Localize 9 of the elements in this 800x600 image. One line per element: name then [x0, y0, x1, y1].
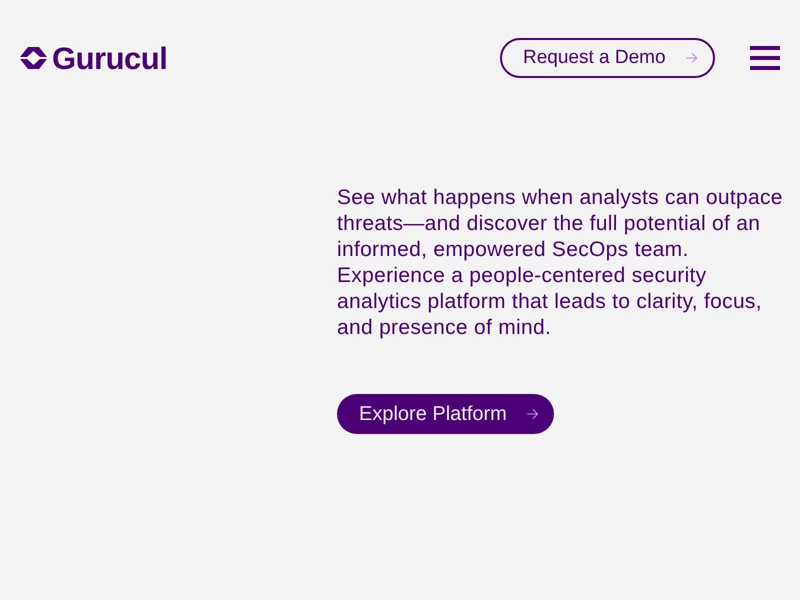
logo-wordmark[interactable]: Gurucul	[52, 42, 168, 74]
logo-icon	[20, 45, 47, 71]
intro-paragraph: Experience a people-centered security analytics platform that leads to clarity, focus, and presence of mind.	[337, 263, 763, 341]
menu-icon[interactable]	[750, 46, 780, 70]
intro-paragraph: See what happens when analysts can outpace threats—and discover the full potential of an informed, empowered SecOps team.	[337, 185, 784, 263]
arrow-right-icon	[686, 51, 697, 65]
arrow-right-icon	[526, 407, 538, 421]
explore-platform-button[interactable]: Explore Platform	[337, 394, 554, 434]
request-demo-button[interactable]: Request a Demo	[500, 38, 715, 78]
